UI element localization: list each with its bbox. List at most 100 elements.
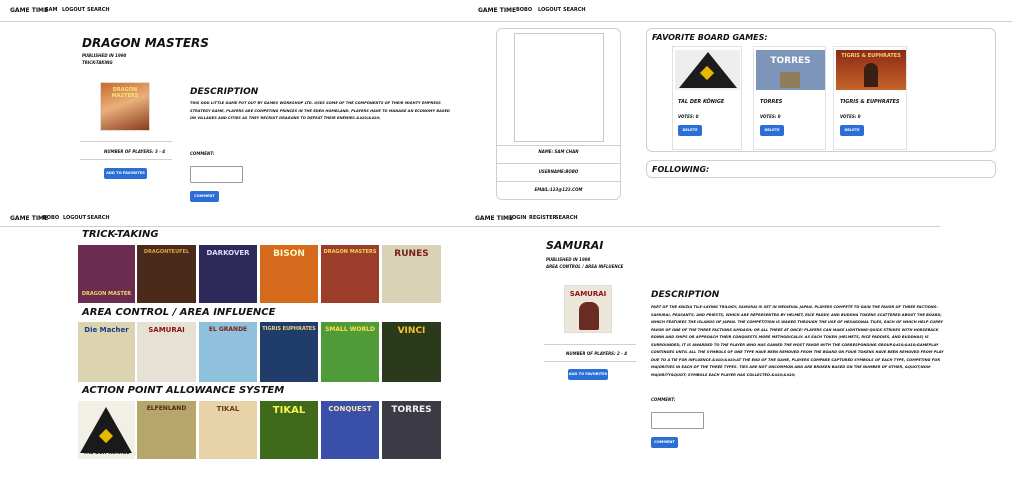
game-cover[interactable]: TORRES xyxy=(382,401,441,459)
delete-favorite-button[interactable]: Delete xyxy=(760,125,784,136)
game-cover-title: DRAGON MASTERS xyxy=(323,249,377,255)
game-cover-title: TORRES xyxy=(391,405,432,415)
game-cover[interactable]: DRAGONTEUFEL xyxy=(137,245,196,303)
game-cover-title: TAL DER KÖNIGE xyxy=(83,450,130,456)
game-cover[interactable]: EL GRANDE xyxy=(199,322,257,382)
game-cover[interactable]: ELFENLAND xyxy=(137,401,196,459)
comment-button[interactable]: Comment xyxy=(190,191,219,202)
players-text: Number of Players: 2 - 4 xyxy=(566,351,628,356)
game-cover[interactable]: SMALL WORLD xyxy=(321,322,379,382)
top-nav: Game Time Bobo Logout Search xyxy=(470,0,1012,22)
divider xyxy=(497,145,620,146)
game-cover-title: DARKOVER xyxy=(206,249,250,257)
description-heading: Description xyxy=(190,87,259,97)
search-results-pane: Game Time Bobo Logout Search Trick-takin… xyxy=(0,212,470,478)
cover-castle xyxy=(780,72,800,88)
game-cover[interactable]: Die Macher xyxy=(78,322,135,382)
nav-login-link[interactable]: Login xyxy=(509,215,526,221)
delete-favorite-button[interactable]: Delete xyxy=(840,125,864,136)
game-cover[interactable]: RUNES xyxy=(382,245,441,303)
game-cover[interactable]: BISON xyxy=(260,245,318,303)
game-detail-pane-samurai: Game Time Login Register Search Samurai … xyxy=(470,212,1024,478)
description-text: Part of the Knizia tile-laying trilogy, … xyxy=(651,305,944,377)
profile-username: Username:Bobo xyxy=(538,169,579,174)
game-cover-title: DRAGON MASTER xyxy=(81,291,132,297)
comment-input[interactable] xyxy=(651,412,704,429)
game-title: Samurai xyxy=(546,239,604,252)
game-thumbnail: DRAGON MASTERS xyxy=(100,82,150,131)
favorite-game-cover: TORRES xyxy=(756,50,825,90)
nav-logout-link[interactable]: Logout xyxy=(538,7,561,13)
favorite-game-votes: Votes: 0 xyxy=(678,114,699,119)
game-cover[interactable]: DARKOVER xyxy=(199,245,257,303)
game-cover[interactable]: VINCI xyxy=(382,322,441,382)
favorite-game-title: Tal der Könige xyxy=(678,99,725,105)
published-text: Published in 1990 xyxy=(82,53,127,58)
nav-logout-link[interactable]: Logout xyxy=(62,7,85,13)
favorite-game-card: Tal der Könige Votes: 0 Delete xyxy=(672,46,742,150)
description-text: This odd little game put out by Games Wo… xyxy=(190,101,450,120)
cover-title: TORRES xyxy=(770,56,811,66)
comment-input[interactable] xyxy=(190,166,243,183)
brand-link[interactable]: Game Time xyxy=(10,7,48,14)
game-cover-title: BISON xyxy=(273,249,305,259)
nav-search-link[interactable]: Search xyxy=(87,7,110,13)
nav-logout-link[interactable]: Logout xyxy=(63,215,86,221)
nav-register-link[interactable]: Register xyxy=(529,215,557,221)
game-cover[interactable]: DRAGON MASTERS xyxy=(321,245,379,303)
favorites-card: Favorite Board Games: Tal der Könige Vot… xyxy=(646,28,996,152)
game-cover-title: DRAGONTEUFEL xyxy=(143,249,190,255)
game-cover[interactable]: CONQUEST xyxy=(321,401,379,459)
brand-link[interactable]: Game Time xyxy=(475,215,513,222)
divider xyxy=(497,163,620,164)
favorite-game-title: Torres xyxy=(760,99,783,105)
nav-search-link[interactable]: Search xyxy=(87,215,110,221)
top-nav: Game Time Bobo Logout Search xyxy=(0,212,470,227)
favorite-game-votes: Votes: 0 xyxy=(760,114,781,119)
profile-email: Email:123@123.com xyxy=(534,187,583,192)
nav-user-link[interactable]: Sam xyxy=(45,7,57,13)
players-text: Number of Players: 3 - 4 xyxy=(104,149,166,154)
following-card: Following: xyxy=(646,160,996,178)
nav-search-link[interactable]: Search xyxy=(555,215,578,221)
top-nav: Game Time Sam Logout Search xyxy=(0,0,470,22)
game-cover[interactable]: DRAGON MASTER xyxy=(78,245,135,303)
published-text: Published in 1998 xyxy=(546,257,591,262)
game-thumbnail: SAMURAI xyxy=(564,285,612,333)
cover-title: TIGRIS & EUPHRATES xyxy=(841,53,901,59)
game-cover-title: CONQUEST xyxy=(328,405,372,413)
favorite-game-title: Tigris & Euphrates xyxy=(840,99,900,105)
nav-search-link[interactable]: Search xyxy=(563,7,586,13)
profile-photo xyxy=(514,33,604,142)
game-cover-title: RUNES xyxy=(394,249,429,259)
game-cover[interactable]: TIKAL xyxy=(260,401,318,459)
add-to-favorites-button[interactable]: Add to Favorites xyxy=(568,369,608,380)
game-cover-title: TIKAL xyxy=(216,405,240,413)
comment-button[interactable]: Comment xyxy=(651,437,678,448)
profile-name: Name: Sam Chan xyxy=(538,149,579,154)
add-to-favorites-button[interactable]: Add to Favorites xyxy=(104,168,147,179)
nav-user-link[interactable]: Bobo xyxy=(516,7,532,13)
game-cover[interactable]: TAL DER KÖNIGE xyxy=(78,401,135,459)
description-heading: Description xyxy=(651,290,720,300)
divider xyxy=(544,361,636,362)
favorites-heading: Favorite Board Games: xyxy=(652,33,768,42)
game-cover-title: Die Macher xyxy=(84,326,129,334)
delete-favorite-button[interactable]: Delete xyxy=(678,125,702,136)
game-cover-title: EL GRANDE xyxy=(208,326,248,333)
game-cover-title: VINCI xyxy=(397,326,426,336)
divider xyxy=(80,159,172,160)
divider xyxy=(80,141,172,142)
game-cover[interactable]: SAMURAI xyxy=(137,322,196,382)
cover-figure xyxy=(864,63,878,87)
favorite-game-card: TORRES Torres Votes: 0 Delete xyxy=(753,46,826,150)
game-detail-pane-dragon-masters: Game Time Sam Logout Search Dragon Maste… xyxy=(0,0,470,212)
divider xyxy=(544,344,636,345)
category-text: Trick-taking xyxy=(82,60,113,65)
game-cover[interactable]: TIKAL xyxy=(199,401,257,459)
game-cover-title: SAMURAI xyxy=(148,326,185,334)
game-cover[interactable]: TIGRIS EUPHRATES xyxy=(260,322,318,382)
comment-label: Comment: xyxy=(651,397,676,402)
nav-user-link[interactable]: Bobo xyxy=(43,215,59,221)
brand-link[interactable]: Game Time xyxy=(478,7,516,14)
